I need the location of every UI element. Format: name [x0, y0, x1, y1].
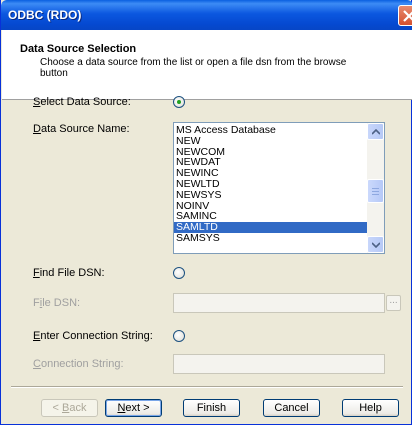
list-item[interactable]: SAMSYS [174, 233, 369, 244]
file-dsn-input[interactable] [173, 293, 385, 313]
close-icon [403, 10, 412, 22]
connection-string-input[interactable] [173, 354, 385, 374]
connection-string-label: Connection String: [33, 358, 124, 370]
help-button[interactable]: Help [342, 399, 399, 417]
data-source-listbox[interactable]: MS Access Database NEW NEWCOM NEWDAT NEWINC N… [173, 122, 385, 254]
finish-button[interactable]: Finish [183, 399, 240, 417]
scroll-down-button[interactable] [367, 236, 384, 253]
odbc-dialog: ODBC (RDO) Data Source Selection Choose … [0, 0, 412, 425]
file-dsn-label: File DSN: [33, 297, 81, 309]
chevron-down-icon [372, 242, 380, 248]
scroll-thumb[interactable] [367, 179, 384, 203]
scroll-up-button[interactable] [367, 123, 384, 140]
select-data-source-radio[interactable] [173, 96, 185, 108]
window-title: ODBC (RDO) [8, 8, 82, 22]
find-file-dsn-label: Find File DSN: [33, 267, 105, 279]
chevron-up-icon [372, 129, 380, 135]
cancel-button[interactable]: Cancel [263, 399, 320, 417]
list-item[interactable]: MS Access Database [174, 125, 369, 136]
button-divider [11, 386, 403, 388]
header-description: Choose a data source from the list or op… [40, 57, 347, 79]
select-data-source-label: Select Data Source: [33, 96, 131, 108]
header-title: Data Source Selection [20, 43, 137, 55]
title-bar[interactable]: ODBC (RDO) [1, 0, 412, 30]
enter-connection-string-label: Enter Connection String: [33, 330, 153, 342]
next-button[interactable]: Next > [105, 399, 162, 417]
data-source-name-label: Data Source Name: [33, 123, 130, 135]
browse-button[interactable]: ... [386, 295, 401, 311]
close-button[interactable] [398, 5, 412, 26]
data-source-list: MS Access Database NEW NEWCOM NEWDAT NEWINC N… [174, 125, 369, 244]
list-item[interactable]: NEW [174, 135, 369, 147]
enter-connection-string-radio[interactable] [173, 330, 185, 342]
list-item[interactable]: NEWSYS [174, 189, 369, 201]
back-button[interactable]: < Back [41, 399, 98, 417]
find-file-dsn-radio[interactable] [173, 267, 185, 279]
header-panel: Data Source Selection Choose a data sour… [2, 30, 412, 100]
listbox-scrollbar[interactable] [367, 123, 384, 253]
